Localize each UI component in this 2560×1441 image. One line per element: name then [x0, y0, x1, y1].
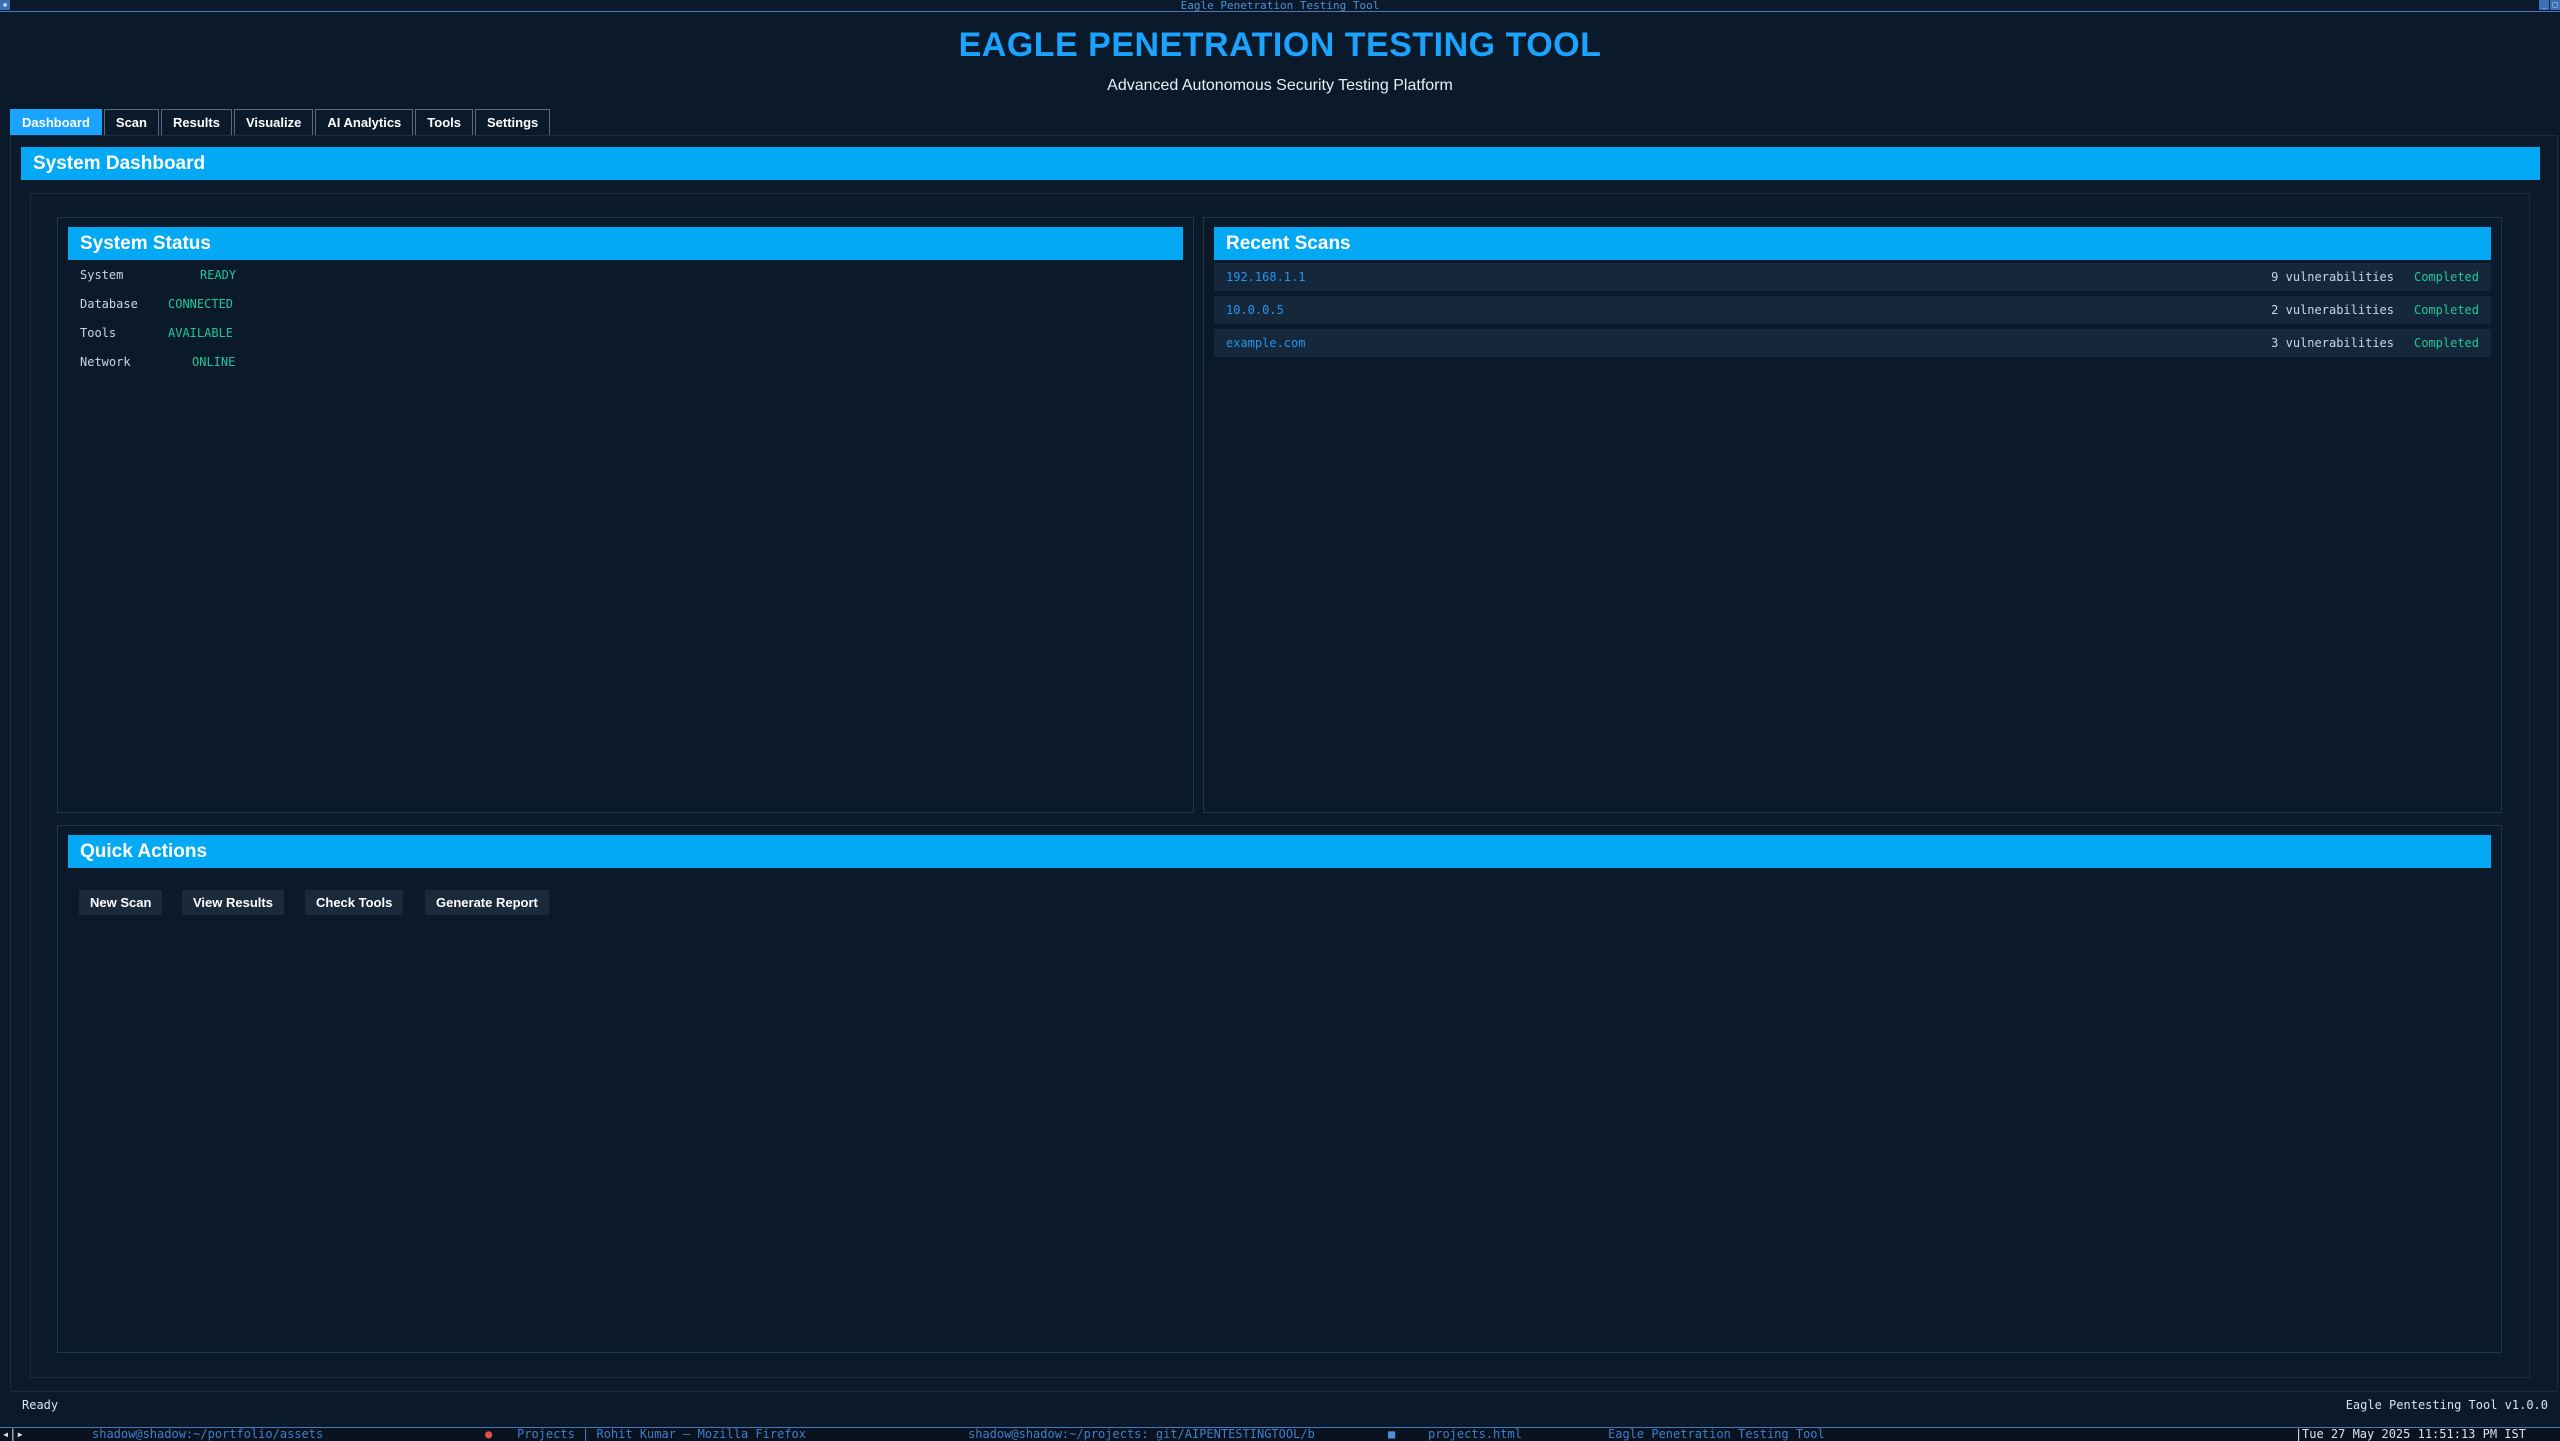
status-value: ONLINE: [192, 355, 236, 369]
scan-vuln-count: 9 vulnerabilities: [2271, 270, 2394, 284]
tab-tools[interactable]: Tools: [415, 109, 473, 135]
quick-actions-title: Quick Actions: [68, 835, 2491, 868]
scan-target[interactable]: example.com: [1226, 329, 1305, 357]
scan-status: Completed: [2413, 336, 2479, 350]
tab-settings[interactable]: Settings: [475, 109, 551, 135]
dashboard-title: System Dashboard: [21, 147, 2540, 180]
new-scan-button[interactable]: New Scan: [79, 890, 163, 915]
tab-scan[interactable]: Scan: [103, 109, 159, 135]
quick-actions-panel: Quick Actions New Scan View Results Chec…: [57, 825, 2502, 1353]
scan-vuln-count: 2 vulnerabilities: [2271, 303, 2394, 317]
status-label: Network: [80, 355, 131, 369]
status-label: Database: [80, 297, 138, 311]
status-bar: Ready Eagle Pentesting Tool v1.0.0: [10, 1393, 2558, 1418]
status-label: Tools: [80, 326, 117, 340]
status-row-system: System READY: [80, 265, 236, 285]
check-tools-button[interactable]: Check Tools: [305, 890, 404, 915]
view-results-button[interactable]: View Results: [182, 890, 284, 915]
taskbar-item[interactable]: Projects | Rohit Kumar — Mozilla Firefox: [517, 1428, 806, 1441]
window-title: Eagle Penetration Testing Tool: [1180, 0, 1380, 12]
system-status-panel: System Status System READY Database CONN…: [57, 217, 1194, 813]
taskbar-item[interactable]: Eagle Penetration Testing Tool: [1608, 1428, 1825, 1441]
tab-results[interactable]: Results: [160, 109, 232, 135]
scan-status: Completed: [2413, 303, 2479, 317]
recent-scans-panel: Recent Scans 192.168.1.1 9 vulnerabiliti…: [1203, 217, 2502, 813]
status-value: AVAILABLE: [168, 326, 234, 340]
status-row-database: Database CONNECTED: [80, 294, 233, 314]
status-row-network: Network ONLINE: [80, 352, 235, 372]
status-value: CONNECTED: [168, 297, 234, 311]
minimize-icon[interactable]: _: [2539, 0, 2549, 10]
main-tabs: Dashboard Scan Results Visualize AI Anal…: [10, 109, 552, 135]
window-titlebar: ▪ Eagle Penetration Testing Tool _ □: [0, 0, 2560, 12]
taskbar-item[interactable]: shadow@shadow:~/projects: git/AIPENTESTI…: [968, 1428, 1315, 1441]
system-status-title: System Status: [68, 227, 1183, 260]
taskbar-item[interactable]: shadow@shadow:~/portfolio/assets: [92, 1428, 323, 1441]
taskbar-item[interactable]: projects.html: [1428, 1428, 1522, 1441]
app-title: EAGLE PENETRATION TESTING TOOL: [958, 26, 1602, 64]
scan-row[interactable]: 10.0.0.5 2 vulnerabilities Completed: [1214, 296, 2491, 324]
window-menu-icon[interactable]: ▪: [0, 0, 10, 10]
tab-dashboard[interactable]: Dashboard: [10, 109, 102, 135]
scan-target[interactable]: 192.168.1.1: [1226, 263, 1305, 291]
status-text: Ready: [22, 1398, 59, 1412]
generate-report-button[interactable]: Generate Report: [425, 890, 549, 915]
desktop-taskbar: ◂|▸ shadow@shadow:~/portfolio/assets ● P…: [0, 1427, 2560, 1441]
tab-visualize[interactable]: Visualize: [233, 109, 314, 135]
maximize-icon[interactable]: □: [2550, 0, 2560, 10]
status-label: System: [80, 268, 124, 282]
scan-row[interactable]: example.com 3 vulnerabilities Completed: [1214, 329, 2491, 357]
scan-target[interactable]: 10.0.0.5: [1226, 296, 1284, 324]
taskbar-clock: Tue 27 May 2025 11:51:13 PM IST: [2302, 1427, 2526, 1441]
editor-icon: ■: [1388, 1427, 1396, 1441]
scan-row[interactable]: 192.168.1.1 9 vulnerabilities Completed: [1214, 263, 2491, 291]
scan-status: Completed: [2413, 270, 2479, 284]
tab-ai-analytics[interactable]: AI Analytics: [315, 109, 414, 135]
status-value: READY: [200, 268, 237, 282]
scan-vuln-count: 3 vulnerabilities: [2271, 336, 2394, 350]
status-row-tools: Tools AVAILABLE: [80, 323, 233, 343]
recent-scans-title: Recent Scans: [1214, 227, 2491, 260]
workspace-switcher-icon[interactable]: ◂|▸: [2, 1428, 24, 1441]
app-subtitle: Advanced Autonomous Security Testing Pla…: [1107, 77, 1453, 94]
version-text: Eagle Pentesting Tool v1.0.0: [2345, 1398, 2548, 1412]
firefox-icon: ●: [485, 1427, 493, 1441]
